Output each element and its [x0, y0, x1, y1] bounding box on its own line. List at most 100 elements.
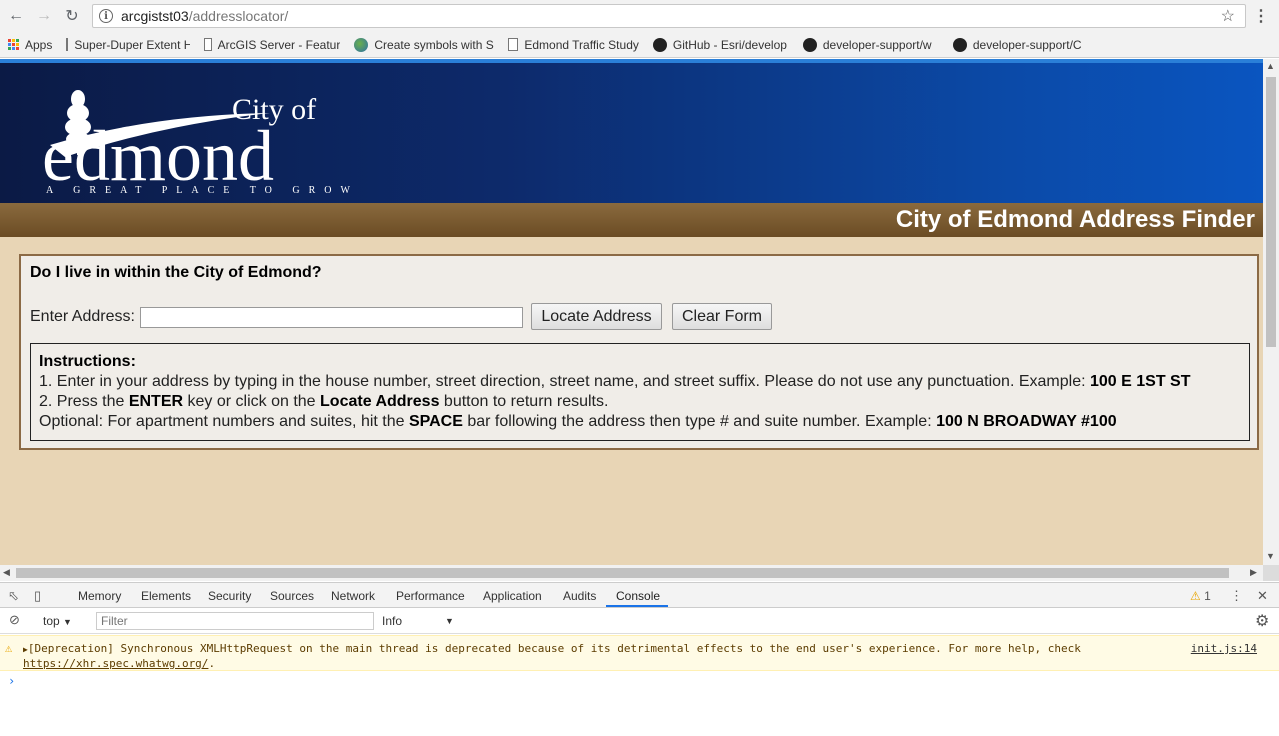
- instruction-key: ENTER: [128, 393, 184, 410]
- warning-counter[interactable]: ⚠ 1: [1190, 589, 1211, 603]
- tab-audits[interactable]: Audits: [563, 589, 596, 603]
- log-level-selector[interactable]: Info ▼: [382, 614, 456, 628]
- bookmark-label: developer-support/w: [822, 37, 932, 52]
- bookmark-label: Apps: [25, 37, 53, 52]
- tab-memory[interactable]: Memory: [78, 589, 121, 603]
- address-panel: Do I live in within the City of Edmond? …: [19, 254, 1259, 450]
- console-prompt[interactable]: ›: [8, 674, 15, 688]
- bookmark-item[interactable]: developer-support/w: [802, 37, 939, 52]
- dropdown-arrow-icon: ▼: [445, 616, 454, 626]
- console-filter-input[interactable]: [96, 612, 374, 630]
- bookmark-star-icon[interactable]: ☆: [1221, 6, 1235, 26]
- console-toolbar: ⊘ top ▼ Info ▼ ⚙: [0, 608, 1279, 634]
- message-source-link[interactable]: init.js:14: [1191, 642, 1257, 655]
- page-icon: [204, 38, 212, 51]
- devtools-menu-icon[interactable]: ⋮: [1230, 588, 1243, 604]
- instruction-text: key or click on the: [183, 393, 321, 410]
- bookmark-item[interactable]: developer-support/C: [952, 37, 1089, 52]
- warning-icon: ⚠: [5, 641, 13, 655]
- github-icon: [802, 37, 817, 52]
- tab-sources[interactable]: Sources: [270, 589, 314, 603]
- apps-icon: [8, 39, 19, 50]
- warning-count: 1: [1204, 589, 1211, 603]
- page-icon: [508, 38, 519, 51]
- reload-icon[interactable]: ↻: [60, 4, 84, 28]
- close-devtools-icon[interactable]: ✕: [1257, 588, 1268, 604]
- warning-text: ▶[Deprecation] Synchronous XMLHttpReques…: [23, 642, 1183, 671]
- city-logo: City of edmond A GREAT PLACE TO GROW: [42, 90, 359, 195]
- instructions-heading: Instructions:: [39, 353, 136, 370]
- address-label: Enter Address:: [30, 308, 135, 325]
- bookmark-label: Edmond Traffic Study: [524, 37, 639, 52]
- title-bar: City of Edmond Address Finder: [0, 203, 1263, 237]
- instruction-line-3: Optional: For apartment numbers and suit…: [39, 412, 1241, 432]
- bookmark-apps[interactable]: Apps: [0, 38, 52, 52]
- clear-console-icon[interactable]: ⊘: [9, 612, 20, 628]
- scroll-down-icon[interactable]: ▼: [1266, 551, 1275, 561]
- bookmark-label: GitHub - Esri/develop: [672, 37, 787, 52]
- bookmark-item[interactable]: Edmond Traffic Study: [508, 38, 639, 52]
- address-input[interactable]: [140, 307, 523, 328]
- logo-tagline: A GREAT PLACE TO GROW: [46, 185, 359, 195]
- instruction-example: 100 E 1ST ST: [1089, 373, 1191, 390]
- horizontal-scroll-thumb[interactable]: [16, 568, 1229, 578]
- page-icon: [66, 38, 69, 51]
- tab-console[interactable]: Console: [616, 589, 660, 603]
- instruction-line-2: 2. Press the ENTER key or click on the L…: [39, 392, 1241, 412]
- context-selector[interactable]: top ▼: [43, 614, 72, 628]
- bookmark-item[interactable]: ArcGIS Server - Featur: [204, 38, 340, 52]
- instruction-button-ref: Locate Address: [320, 393, 440, 410]
- dropdown-arrow-icon: ▼: [63, 617, 72, 627]
- tab-network[interactable]: Network: [331, 589, 375, 603]
- url-path: /addresslocator/: [188, 8, 289, 24]
- console-warning-message: ⚠ ▶[Deprecation] Synchronous XMLHttpRequ…: [0, 635, 1279, 671]
- address-bar[interactable]: i arcgistst03 /addresslocator/ ☆: [92, 4, 1246, 28]
- vertical-scrollbar[interactable]: ▲ ▼: [1263, 59, 1279, 565]
- vertical-scroll-thumb[interactable]: [1266, 77, 1276, 347]
- bookmark-label: Create symbols with S: [374, 37, 494, 52]
- scroll-right-icon[interactable]: ▶: [1250, 567, 1257, 578]
- tab-application[interactable]: Application: [483, 589, 542, 603]
- instruction-text: 2. Press the: [39, 393, 129, 410]
- warning-icon: ⚠: [1190, 589, 1201, 603]
- scroll-up-icon[interactable]: ▲: [1266, 61, 1275, 71]
- console-settings-icon[interactable]: ⚙: [1255, 611, 1269, 631]
- locate-address-button[interactable]: Locate Address: [531, 303, 662, 330]
- github-icon: [952, 37, 967, 52]
- log-level-value: Info: [382, 614, 403, 628]
- page-header: City of edmond A GREAT PLACE TO GROW: [0, 63, 1263, 203]
- instruction-text: Optional: For apartment numbers and suit…: [39, 413, 409, 430]
- scroll-corner: [1263, 565, 1279, 581]
- instructions-box: Instructions: 1. Enter in your address b…: [30, 343, 1250, 441]
- device-toolbar-icon[interactable]: ▯: [34, 588, 41, 604]
- bookmark-label: developer-support/C: [972, 37, 1082, 52]
- active-tab-indicator: [606, 605, 668, 607]
- github-icon: [652, 37, 667, 52]
- instruction-line-1: 1. Enter in your address by typing in th…: [39, 372, 1241, 392]
- question-heading: Do I live in within the City of Edmond?: [30, 264, 322, 281]
- back-icon[interactable]: ←: [4, 4, 28, 28]
- clear-form-button[interactable]: Clear Form: [672, 303, 772, 330]
- browser-menu-icon[interactable]: ⋮: [1253, 6, 1269, 26]
- url-host: arcgistst03: [121, 8, 189, 24]
- info-icon[interactable]: i: [99, 9, 113, 23]
- instruction-text: button to return results.: [439, 393, 609, 410]
- bookmark-item[interactable]: Super-Duper Extent H: [66, 38, 190, 52]
- scroll-left-icon[interactable]: ◀: [3, 567, 10, 578]
- bookmark-item[interactable]: Create symbols with S: [354, 37, 494, 52]
- instruction-example: 100 N BROADWAY #100: [936, 413, 1117, 430]
- message-text: [Deprecation] Synchronous XMLHttpRequest…: [27, 642, 1081, 655]
- horizontal-scrollbar[interactable]: ◀ ▶: [0, 565, 1263, 581]
- page-title: City of Edmond Address Finder: [895, 206, 1255, 233]
- logo-edmond: edmond: [42, 116, 274, 195]
- page-viewport: City of edmond A GREAT PLACE TO GROW Cit…: [0, 59, 1263, 565]
- bookmark-label: ArcGIS Server - Featur: [217, 37, 341, 52]
- inspect-icon[interactable]: ⬁: [8, 588, 19, 604]
- tab-elements[interactable]: Elements: [141, 589, 191, 603]
- tab-performance[interactable]: Performance: [396, 589, 465, 603]
- browser-toolbar: ← → ↻ i arcgistst03 /addresslocator/ ☆ ⋮: [0, 0, 1279, 32]
- tab-security[interactable]: Security: [208, 589, 251, 603]
- message-link[interactable]: https://xhr.spec.whatwg.org/: [23, 657, 208, 670]
- forward-icon[interactable]: →: [32, 4, 56, 28]
- bookmark-item[interactable]: GitHub - Esri/develop: [652, 37, 789, 52]
